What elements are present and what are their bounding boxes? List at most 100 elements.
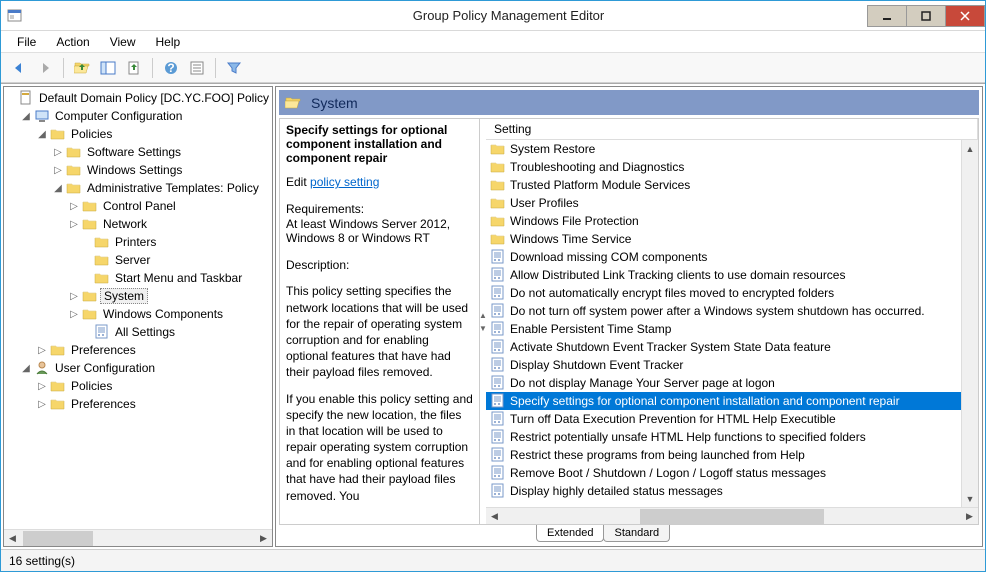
tree-server[interactable]: Server	[4, 251, 272, 269]
tree-user-preferences[interactable]: ▷ Preferences	[4, 395, 272, 413]
close-button[interactable]	[945, 5, 985, 27]
list-vscrollbar[interactable]: ▲ ▼	[961, 140, 978, 507]
setting-icon	[490, 483, 506, 499]
list-item[interactable]: Download missing COM components	[486, 248, 961, 266]
list-item[interactable]: System Restore	[486, 140, 961, 158]
list-item[interactable]: User Profiles	[486, 194, 961, 212]
list-item[interactable]: Do not display Manage Your Server page a…	[486, 374, 961, 392]
tree-windows-settings[interactable]: ▷ Windows Settings	[4, 161, 272, 179]
properties-button[interactable]	[185, 56, 209, 80]
tree-computer-config[interactable]: ◢ Computer Configuration	[4, 107, 272, 125]
expander-icon[interactable]	[6, 92, 16, 104]
list-item[interactable]: Windows File Protection	[486, 212, 961, 230]
list-header[interactable]: Setting	[486, 119, 978, 140]
tree-preferences[interactable]: ▷ Preferences	[4, 341, 272, 359]
folder-icon	[490, 159, 506, 175]
collapse-icon[interactable]: ◢	[36, 128, 48, 140]
list-item[interactable]: Windows Time Service	[486, 230, 961, 248]
list-item[interactable]: Do not automatically encrypt files moved…	[486, 284, 961, 302]
list-item[interactable]: Do not turn off system power after a Win…	[486, 302, 961, 320]
edit-policy-link[interactable]: policy setting	[310, 175, 379, 189]
tree-software-settings[interactable]: ▷ Software Settings	[4, 143, 272, 161]
tree-user-policies[interactable]: ▷ Policies	[4, 377, 272, 395]
setting-icon	[490, 321, 506, 337]
tree-windows-components[interactable]: ▷ Windows Components	[4, 305, 272, 323]
tree-system[interactable]: ▷ System	[4, 287, 272, 305]
settings-list[interactable]: System RestoreTroubleshooting and Diagno…	[486, 140, 961, 507]
collapse-icon[interactable]: ◢	[20, 110, 32, 122]
tree-policies[interactable]: ◢ Policies	[4, 125, 272, 143]
scroll-left-icon[interactable]: ◀	[486, 508, 503, 525]
list-item[interactable]: Turn off Data Execution Prevention for H…	[486, 410, 961, 428]
list-hscrollbar[interactable]: ◀ ▶	[486, 507, 978, 524]
expand-icon[interactable]: ▷	[68, 218, 80, 230]
expand-icon[interactable]: ▷	[68, 290, 80, 302]
minimize-button[interactable]	[867, 5, 907, 27]
tab-extended[interactable]: Extended	[536, 525, 604, 542]
folder-icon	[66, 144, 82, 160]
list-item[interactable]: Restrict these programs from being launc…	[486, 446, 961, 464]
up-button[interactable]	[70, 56, 94, 80]
filter-button[interactable]	[222, 56, 246, 80]
expand-icon[interactable]: ▷	[36, 380, 48, 392]
list-item-label: Restrict potentially unsafe HTML Help fu…	[510, 430, 866, 444]
scroll-right-icon[interactable]: ▶	[255, 530, 272, 547]
forward-button[interactable]	[33, 56, 57, 80]
list-item-label: Enable Persistent Time Stamp	[510, 322, 671, 336]
menu-help[interactable]: Help	[148, 33, 189, 51]
scroll-left-icon[interactable]: ◀	[4, 530, 21, 547]
show-hide-tree-button[interactable]	[96, 56, 120, 80]
expand-icon[interactable]: ▷	[36, 398, 48, 410]
help-button[interactable]: ?	[159, 56, 183, 80]
tree-all-settings[interactable]: All Settings	[4, 323, 272, 341]
expand-icon[interactable]: ▷	[36, 344, 48, 356]
folder-icon	[50, 378, 66, 394]
expand-icon[interactable]: ▷	[68, 200, 80, 212]
maximize-button[interactable]	[906, 5, 946, 27]
expand-icon[interactable]: ▷	[68, 308, 80, 320]
menu-view[interactable]: View	[102, 33, 144, 51]
back-button[interactable]	[7, 56, 31, 80]
menu-file[interactable]: File	[9, 33, 44, 51]
tree-user-config[interactable]: ◢ User Configuration	[4, 359, 272, 377]
expand-icon[interactable]: ▷	[52, 164, 64, 176]
export-button[interactable]	[122, 56, 146, 80]
list-item[interactable]: Trusted Platform Module Services	[486, 176, 961, 194]
navigation-tree[interactable]: Default Domain Policy [DC.YC.FOO] Policy…	[4, 87, 272, 529]
list-item[interactable]: Restrict potentially unsafe HTML Help fu…	[486, 428, 961, 446]
requirements-text: At least Windows Server 2012, Windows 8 …	[286, 217, 473, 245]
heading-text: System	[311, 95, 358, 111]
scroll-up-icon[interactable]: ▲	[962, 140, 978, 157]
list-item-label: Windows Time Service	[510, 232, 631, 246]
tree-network[interactable]: ▷ Network	[4, 215, 272, 233]
list-item-label: Do not display Manage Your Server page a…	[510, 376, 775, 390]
tree-control-panel[interactable]: ▷ Control Panel	[4, 197, 272, 215]
tree-admin-templates[interactable]: ◢ Administrative Templates: Policy	[4, 179, 272, 197]
folder-icon	[490, 231, 506, 247]
column-setting[interactable]: Setting	[486, 119, 978, 139]
list-item[interactable]: Display Shutdown Event Tracker	[486, 356, 961, 374]
tree-start-menu[interactable]: Start Menu and Taskbar	[4, 269, 272, 287]
list-item[interactable]: Activate Shutdown Event Tracker System S…	[486, 338, 961, 356]
list-item[interactable]: Troubleshooting and Diagnostics	[486, 158, 961, 176]
setting-icon	[490, 303, 506, 319]
folder-icon	[94, 234, 110, 250]
folder-icon	[66, 180, 82, 196]
tree-printers[interactable]: Printers	[4, 233, 272, 251]
title-bar: Group Policy Management Editor	[1, 1, 985, 31]
collapse-icon[interactable]: ◢	[52, 182, 64, 194]
list-item[interactable]: Display highly detailed status messages	[486, 482, 961, 500]
scroll-right-icon[interactable]: ▶	[961, 508, 978, 525]
list-item[interactable]: Remove Boot / Shutdown / Logon / Logoff …	[486, 464, 961, 482]
tree-root[interactable]: Default Domain Policy [DC.YC.FOO] Policy	[4, 89, 272, 107]
list-item[interactable]: Specify settings for optional component …	[486, 392, 961, 410]
list-item-label: Specify settings for optional component …	[510, 394, 900, 408]
menu-action[interactable]: Action	[48, 33, 97, 51]
scroll-down-icon[interactable]: ▼	[962, 490, 978, 507]
list-item[interactable]: Enable Persistent Time Stamp	[486, 320, 961, 338]
list-item[interactable]: Allow Distributed Link Tracking clients …	[486, 266, 961, 284]
expand-icon[interactable]: ▷	[52, 146, 64, 158]
collapse-icon[interactable]: ◢	[20, 362, 32, 374]
tab-standard[interactable]: Standard	[603, 525, 670, 542]
tree-hscrollbar[interactable]: ◀ ▶	[4, 529, 272, 546]
